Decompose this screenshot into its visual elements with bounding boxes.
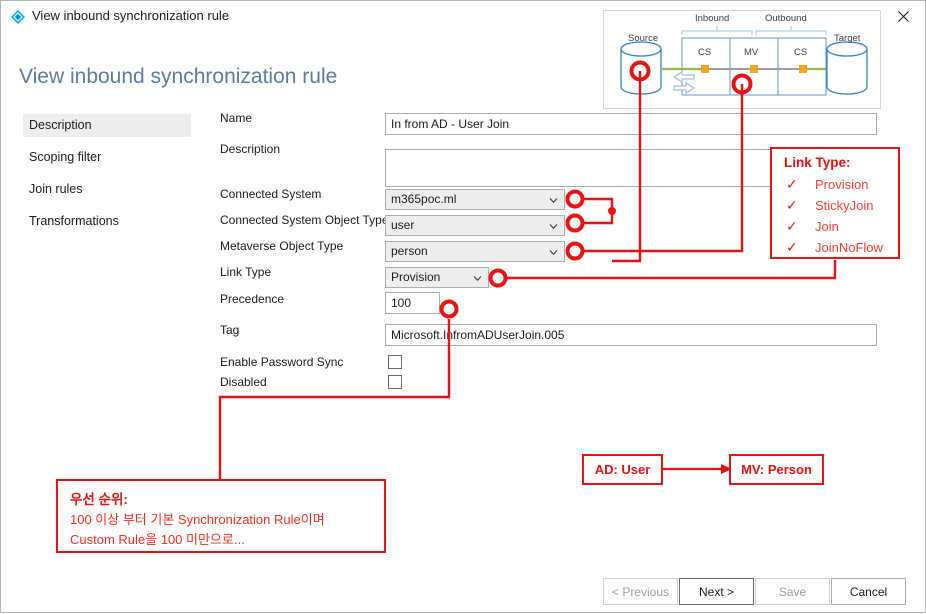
precedence-annotation-line-1: 100 이상 부터 기본 Synchronization Rule이며 bbox=[70, 512, 325, 527]
chevron-down-icon bbox=[549, 246, 558, 256]
mapping-target-box: MV: Person bbox=[729, 454, 824, 485]
link-type-label: Link Type bbox=[220, 265, 272, 279]
connected-system-select[interactable]: m365poc.ml bbox=[385, 189, 565, 210]
link-type-value: Provision bbox=[391, 270, 441, 284]
cancel-button[interactable]: Cancel bbox=[831, 578, 906, 605]
link-type-annotation-box: Link Type: ✓ Provision ✓ StickyJoin ✓ Jo… bbox=[770, 147, 900, 259]
connected-system-object-type-label: Connected System Object Type bbox=[220, 213, 389, 227]
disabled-checkbox[interactable] bbox=[388, 375, 402, 389]
check-icon: ✓ bbox=[786, 197, 798, 213]
link-type-select[interactable]: Provision bbox=[385, 267, 489, 288]
check-icon: ✓ bbox=[786, 239, 798, 255]
diagram-graphics bbox=[620, 26, 868, 96]
precedence-annotation-box: 우선 순위: 100 이상 부터 기본 Synchronization Rule… bbox=[56, 479, 386, 553]
diagram-outbound-label: Outbound bbox=[765, 13, 807, 24]
tag-input[interactable] bbox=[385, 324, 877, 346]
connected-system-value: m365poc.ml bbox=[391, 192, 457, 206]
enable-password-sync-label: Enable Password Sync bbox=[220, 355, 344, 369]
chevron-down-icon bbox=[473, 272, 482, 282]
precedence-input[interactable] bbox=[385, 292, 440, 314]
metaverse-object-type-label: Metaverse Object Type bbox=[220, 239, 344, 253]
save-button[interactable]: Save bbox=[755, 578, 830, 605]
link-type-option-label: Join bbox=[815, 219, 839, 234]
diagram-target-label: Target bbox=[834, 33, 861, 44]
connected-system-label: Connected System bbox=[220, 187, 322, 201]
diagram-source-label: Source bbox=[628, 33, 659, 44]
diagram-box-label-mv: MV bbox=[744, 47, 759, 58]
precedence-annotation-title: 우선 순위: bbox=[70, 492, 128, 507]
name-label: Name bbox=[220, 111, 253, 125]
dialog-window: View inbound synchronization rule View i… bbox=[0, 0, 926, 613]
precedence-annotation-line-2: Custom Rule을 100 미만으로... bbox=[70, 532, 245, 547]
chevron-down-icon bbox=[549, 194, 558, 204]
link-type-option-label: JoinNoFlow bbox=[815, 240, 883, 255]
dialog-button-bar: < Previous Next > Save Cancel bbox=[1, 566, 925, 612]
check-icon: ✓ bbox=[786, 176, 798, 192]
tag-label: Tag bbox=[220, 323, 240, 337]
diagram-box-label-cs-inbound: CS bbox=[698, 47, 712, 58]
sync-flow-diagram: Source Target Inbound Outbound CS MV CS bbox=[603, 10, 881, 109]
enable-password-sync-checkbox[interactable] bbox=[388, 355, 402, 369]
next-button[interactable]: Next > bbox=[679, 578, 754, 605]
diagram-inbound-label: Inbound bbox=[695, 13, 730, 24]
previous-button[interactable]: < Previous bbox=[603, 578, 678, 605]
diagram-box-label-cs-outbound: CS bbox=[794, 47, 808, 58]
metaverse-object-type-select[interactable]: person bbox=[385, 241, 565, 262]
link-type-option-label: Provision bbox=[815, 177, 869, 192]
disabled-label: Disabled bbox=[220, 375, 267, 389]
chevron-down-icon bbox=[549, 220, 558, 230]
check-icon: ✓ bbox=[786, 218, 798, 234]
metaverse-object-type-value: person bbox=[391, 244, 428, 258]
name-input[interactable] bbox=[385, 113, 877, 135]
connected-system-object-type-select[interactable]: user bbox=[385, 215, 565, 236]
description-label: Description bbox=[220, 142, 281, 156]
connected-system-object-type-value: user bbox=[391, 218, 415, 232]
mapping-source-box: AD: User bbox=[582, 454, 663, 485]
precedence-label: Precedence bbox=[220, 292, 285, 306]
link-type-option-label: StickyJoin bbox=[815, 198, 874, 213]
link-type-annotation-title: Link Type: bbox=[784, 155, 851, 170]
